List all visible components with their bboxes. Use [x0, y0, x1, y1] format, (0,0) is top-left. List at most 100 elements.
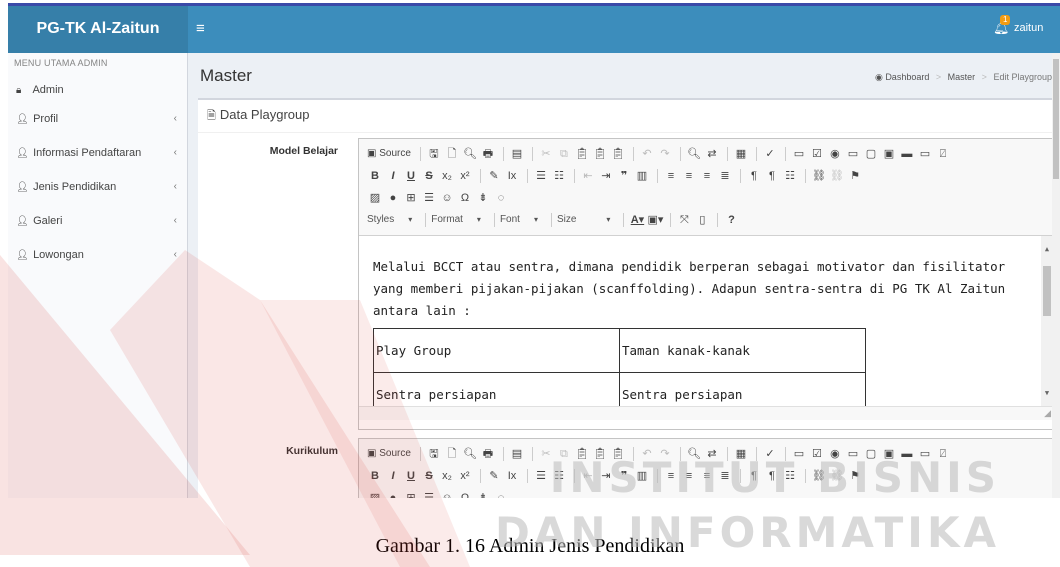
page-break-icon[interactable]: ⇟	[475, 487, 491, 498]
outdent-icon[interactable]: ⇤	[580, 465, 596, 487]
hidden-field-icon[interactable]: ⍁	[935, 443, 951, 465]
checkbox-icon[interactable]: ☑	[809, 143, 825, 165]
textfield-icon[interactable]: ▭	[845, 143, 861, 165]
ltr-icon[interactable]: ¶	[746, 165, 762, 187]
radio-icon[interactable]: ◉	[827, 143, 843, 165]
templates-icon[interactable]: ▤	[509, 143, 525, 165]
button-field-icon[interactable]: ▬	[899, 143, 915, 165]
breadcrumb-dashboard[interactable]: Dashboard	[885, 72, 929, 82]
copy-icon[interactable]: ⧉	[556, 143, 572, 165]
numbered-list-icon[interactable]: ☰	[533, 165, 549, 187]
remove-format-icon[interactable]: Ix	[504, 165, 520, 187]
redo-icon[interactable]: ↷	[657, 143, 673, 165]
font-dropdown[interactable]: Font ▾	[500, 209, 538, 231]
save-icon[interactable]: 🖫	[426, 143, 442, 165]
smiley-icon[interactable]: ☺	[439, 187, 455, 209]
indent-icon[interactable]: ⇥	[598, 165, 614, 187]
image-icon[interactable]: ▨	[367, 487, 383, 498]
link-icon[interactable]: ⛓	[811, 165, 827, 187]
image-button-icon[interactable]: ▭	[917, 143, 933, 165]
copy-format-icon[interactable]: ✎	[486, 465, 502, 487]
italic-button[interactable]: I	[385, 465, 401, 487]
bulleted-list-icon[interactable]: ☷	[551, 465, 567, 487]
checkbox-icon[interactable]: ☑	[809, 443, 825, 465]
templates-icon[interactable]: ▤	[509, 443, 525, 465]
horizontal-line-icon[interactable]: ☰	[421, 187, 437, 209]
align-center-icon[interactable]: ≡	[681, 165, 697, 187]
show-blocks-icon[interactable]: ▯	[694, 209, 710, 231]
paste-word-icon[interactable]: 📋︎	[610, 143, 626, 165]
cut-icon[interactable]: ✂	[538, 143, 554, 165]
unlink-icon[interactable]: ⛓	[829, 165, 845, 187]
blockquote-icon[interactable]: ❞	[616, 465, 632, 487]
size-dropdown[interactable]: Size ▾	[557, 209, 610, 231]
language-icon[interactable]: ☷	[782, 165, 798, 187]
new-page-icon[interactable]: 🗋	[444, 143, 460, 165]
paste-icon[interactable]: 📋︎	[574, 143, 590, 165]
textarea-icon[interactable]: ▢	[863, 143, 879, 165]
preview-icon[interactable]: 🔍︎	[462, 443, 478, 465]
select-all-icon[interactable]: ▦	[733, 143, 749, 165]
sidebar-item-admin[interactable]: 🔒︎ Admin	[8, 77, 187, 103]
subscript-button[interactable]: x₂	[439, 465, 455, 487]
bold-button[interactable]: B	[367, 465, 383, 487]
rtl-icon[interactable]: ¶	[764, 465, 780, 487]
user-menu[interactable]: zaitun	[1014, 6, 1043, 51]
superscript-button[interactable]: x²	[457, 165, 473, 187]
sidebar-item-galeri[interactable]: 👤︎ Galeri ‹	[8, 205, 187, 239]
source-button[interactable]: ▣ Source	[367, 143, 411, 165]
spellcheck-icon[interactable]: ✓	[762, 143, 778, 165]
align-center-icon[interactable]: ≡	[681, 465, 697, 487]
copy-icon[interactable]: ⧉	[556, 443, 572, 465]
format-dropdown[interactable]: Format ▾	[431, 209, 481, 231]
find-icon[interactable]: 🔍︎	[686, 443, 702, 465]
select-all-icon[interactable]: ▦	[733, 443, 749, 465]
new-page-icon[interactable]: 🗋	[444, 443, 460, 465]
strikethrough-button[interactable]: S	[421, 465, 437, 487]
iframe-icon[interactable]: ◌	[493, 187, 509, 209]
special-char-icon[interactable]: Ω	[457, 487, 473, 498]
page-break-icon[interactable]: ⇟	[475, 187, 491, 209]
smiley-icon[interactable]: ☺	[439, 487, 455, 498]
paste-text-icon[interactable]: 📋︎	[592, 143, 608, 165]
sidebar-item-lowongan[interactable]: 👤︎ Lowongan ‹	[8, 239, 187, 273]
rtl-icon[interactable]: ¶	[764, 165, 780, 187]
bold-button[interactable]: B	[367, 165, 383, 187]
bg-color-button[interactable]: ▣▾	[647, 209, 663, 231]
form-icon[interactable]: ▭	[791, 143, 807, 165]
underline-button[interactable]: U	[403, 465, 419, 487]
flash-icon[interactable]: ●	[385, 487, 401, 498]
image-icon[interactable]: ▨	[367, 187, 383, 209]
blockquote-icon[interactable]: ❞	[616, 165, 632, 187]
sidebar-item-informasi-pendaftaran[interactable]: 👤︎ Informasi Pendaftaran ‹	[8, 137, 187, 171]
textarea-icon[interactable]: ▢	[863, 443, 879, 465]
undo-icon[interactable]: ↶	[639, 443, 655, 465]
breadcrumb-master[interactable]: Master	[948, 72, 976, 82]
sidebar-item-jenis-pendidikan[interactable]: 👤︎ Jenis Pendidikan ‹	[8, 171, 187, 205]
textfield-icon[interactable]: ▭	[845, 443, 861, 465]
form-icon[interactable]: ▭	[791, 443, 807, 465]
align-left-icon[interactable]: ≡	[663, 165, 679, 187]
spellcheck-icon[interactable]: ✓	[762, 443, 778, 465]
table-icon[interactable]: ⊞	[403, 187, 419, 209]
page-scroll-thumb[interactable]	[1053, 59, 1059, 179]
paste-text-icon[interactable]: 📋︎	[592, 443, 608, 465]
copy-format-icon[interactable]: ✎	[486, 165, 502, 187]
page-scrollbar[interactable]	[1052, 53, 1060, 498]
preview-icon[interactable]: 🔍︎	[462, 143, 478, 165]
replace-icon[interactable]: ⇄	[704, 443, 720, 465]
italic-button[interactable]: I	[385, 165, 401, 187]
iframe-icon[interactable]: ◌	[493, 487, 509, 498]
maximize-icon[interactable]: ⤧	[676, 209, 692, 231]
brand-logo[interactable]: PG-TK Al-Zaitun	[8, 6, 188, 53]
align-left-icon[interactable]: ≡	[663, 465, 679, 487]
anchor-flag-icon[interactable]: ⚑	[847, 465, 863, 487]
paste-word-icon[interactable]: 📋︎	[610, 443, 626, 465]
flash-icon[interactable]: ●	[385, 187, 401, 209]
subscript-button[interactable]: x₂	[439, 165, 455, 187]
indent-icon[interactable]: ⇥	[598, 465, 614, 487]
redo-icon[interactable]: ↷	[657, 443, 673, 465]
align-right-icon[interactable]: ≡	[699, 465, 715, 487]
editor-content-area[interactable]: Melalui BCCT atau sentra, dimana pendidi…	[359, 236, 1053, 406]
sidebar-item-profil[interactable]: 👤︎ Profil ‹	[8, 103, 187, 137]
